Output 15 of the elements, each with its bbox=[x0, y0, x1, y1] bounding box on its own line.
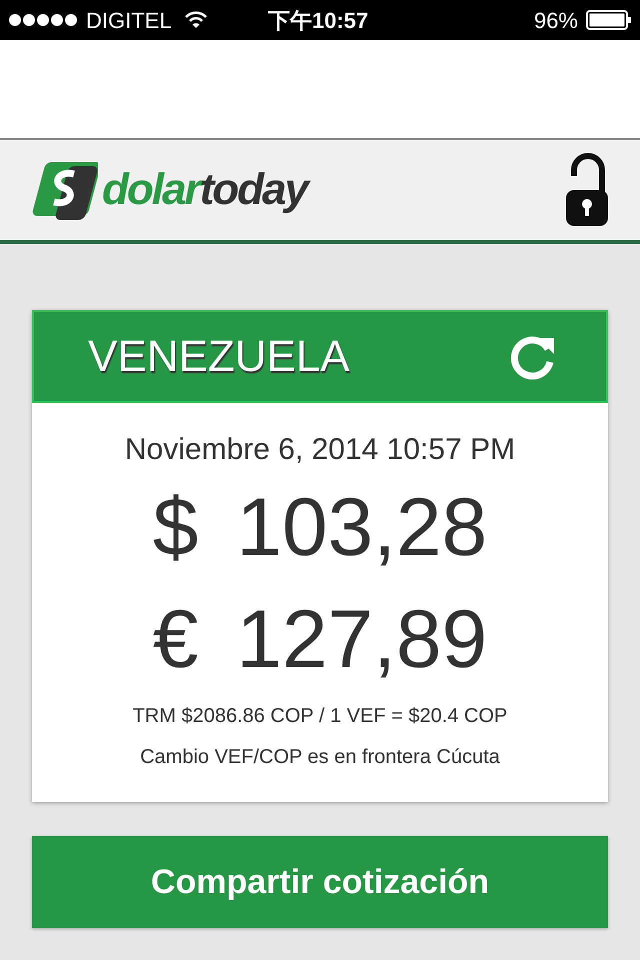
wifi-icon bbox=[184, 11, 208, 29]
rate-note: Cambio VEF/COP es en frontera Cúcuta bbox=[140, 745, 500, 770]
share-button[interactable]: Compartir cotización bbox=[32, 836, 608, 928]
clock-time: 下午10:57 bbox=[268, 6, 368, 34]
signal-strength-icon bbox=[8, 13, 78, 27]
battery-icon bbox=[586, 10, 632, 30]
country-title: VENEZUELA bbox=[88, 330, 350, 382]
currency-symbol: € bbox=[152, 593, 198, 687]
battery-percentage: 96% bbox=[534, 6, 578, 34]
price-value: 127,89 bbox=[236, 593, 488, 687]
carrier-name: DIGITEL bbox=[86, 6, 172, 34]
price-value: 103,28 bbox=[236, 481, 488, 575]
rate-note: TRM $2086.86 COP / 1 VEF = $20.4 COP bbox=[132, 704, 508, 729]
date-time: Noviembre 6, 2014 10:57 PM bbox=[124, 432, 516, 468]
currency-symbol: $ bbox=[152, 481, 198, 575]
